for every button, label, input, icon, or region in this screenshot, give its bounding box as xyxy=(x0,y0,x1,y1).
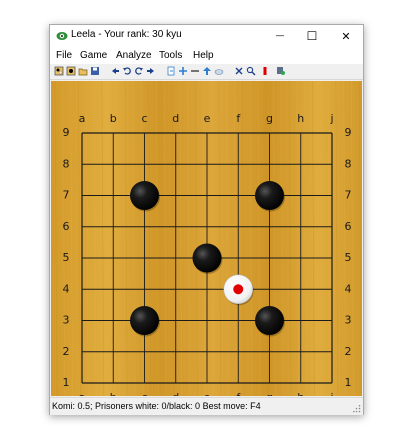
go-board-area[interactable]: aabbccddeeffgghhjj998877665544332211 xyxy=(51,81,362,396)
row-label-left: 8 xyxy=(63,157,70,170)
column-label-bottom: j xyxy=(329,391,333,396)
save-icon[interactable] xyxy=(90,66,100,76)
column-label-bottom: h xyxy=(297,391,304,396)
row-label-right: 6 xyxy=(345,220,352,233)
maximize-button[interactable]: ☐ xyxy=(296,25,328,47)
go-board[interactable]: aabbccddeeffgghhjj998877665544332211 xyxy=(51,81,362,396)
board-wood xyxy=(51,81,362,396)
column-label-bottom: b xyxy=(110,391,117,396)
best-move-marker xyxy=(233,284,244,295)
menu-tools[interactable]: Tools xyxy=(159,50,182,61)
menu-file[interactable]: File xyxy=(56,50,72,61)
column-label-bottom: d xyxy=(172,391,179,396)
leela-window: Leela - Your rank: 30 kyu — ☐ ✕ File Gam… xyxy=(49,24,364,415)
row-label-left: 6 xyxy=(63,220,70,233)
undo-icon[interactable] xyxy=(122,66,132,76)
new-game-icon[interactable] xyxy=(54,66,64,76)
resign-icon[interactable] xyxy=(166,66,176,76)
resize-grip-icon[interactable] xyxy=(353,405,361,413)
menu-analyze[interactable]: Analyze xyxy=(116,50,152,61)
forward-icon[interactable] xyxy=(146,66,156,76)
column-label-top: b xyxy=(110,112,117,125)
column-label-top: a xyxy=(79,112,86,125)
row-label-left: 1 xyxy=(63,376,70,389)
toolbar xyxy=(50,64,363,80)
column-label-top: d xyxy=(172,112,179,125)
black-stone xyxy=(130,181,159,210)
row-label-right: 2 xyxy=(345,345,352,358)
back-icon[interactable] xyxy=(110,66,120,76)
column-label-bottom: e xyxy=(204,391,211,396)
black-stone xyxy=(255,181,284,210)
column-label-top: j xyxy=(329,112,333,125)
title-bar[interactable]: Leela - Your rank: 30 kyu — ☐ ✕ xyxy=(50,25,363,47)
black-stone xyxy=(130,306,159,335)
column-label-top: c xyxy=(141,112,147,125)
leela-app-icon xyxy=(56,32,68,40)
open-icon[interactable] xyxy=(66,66,76,76)
row-label-right: 7 xyxy=(345,189,352,202)
row-label-right: 1 xyxy=(345,376,352,389)
column-label-top: g xyxy=(266,112,273,125)
close-button[interactable]: ✕ xyxy=(330,25,362,47)
row-label-right: 8 xyxy=(345,157,352,170)
close-icon[interactable] xyxy=(234,66,244,76)
minus-icon[interactable] xyxy=(190,66,200,76)
row-label-left: 9 xyxy=(63,126,70,139)
row-label-left: 3 xyxy=(63,314,70,327)
analyze-icon[interactable] xyxy=(246,66,256,76)
settings-icon[interactable] xyxy=(276,66,286,76)
column-label-bottom: a xyxy=(79,391,86,396)
row-label-right: 9 xyxy=(345,126,352,139)
close-icon: ✕ xyxy=(341,29,351,43)
row-label-left: 4 xyxy=(63,282,70,295)
status-bar: Komi: 0.5; Prisoners white: 0/black: 0 B… xyxy=(50,397,363,415)
window-title: Leela - Your rank: 30 kyu xyxy=(71,29,182,40)
row-label-left: 2 xyxy=(63,345,70,358)
column-label-top: e xyxy=(204,112,211,125)
menu-bar: File Game Analyze Tools Help xyxy=(50,47,363,64)
row-label-right: 4 xyxy=(345,282,352,295)
black-stone xyxy=(255,306,284,335)
column-label-top: h xyxy=(297,112,304,125)
black-stone xyxy=(192,243,222,273)
row-label-left: 5 xyxy=(63,251,70,264)
plus-icon[interactable] xyxy=(178,66,188,76)
row-label-left: 7 xyxy=(63,189,70,202)
red-marker-icon[interactable] xyxy=(260,66,270,76)
up-icon[interactable] xyxy=(202,66,212,76)
row-label-right: 3 xyxy=(345,314,352,327)
status-text: Komi: 0.5; Prisoners white: 0/black: 0 B… xyxy=(52,401,261,411)
menu-help[interactable]: Help xyxy=(193,50,214,61)
menu-game[interactable]: Game xyxy=(80,50,107,61)
column-label-bottom: c xyxy=(141,391,147,396)
column-label-bottom: g xyxy=(266,391,273,396)
redo-icon[interactable] xyxy=(134,66,144,76)
maximize-icon: ☐ xyxy=(306,29,318,43)
row-label-right: 5 xyxy=(345,251,352,264)
minimize-icon: — xyxy=(275,31,285,41)
open-folder-icon[interactable] xyxy=(78,66,88,76)
minimize-button[interactable]: — xyxy=(264,25,296,47)
cloud-icon[interactable] xyxy=(214,66,224,76)
